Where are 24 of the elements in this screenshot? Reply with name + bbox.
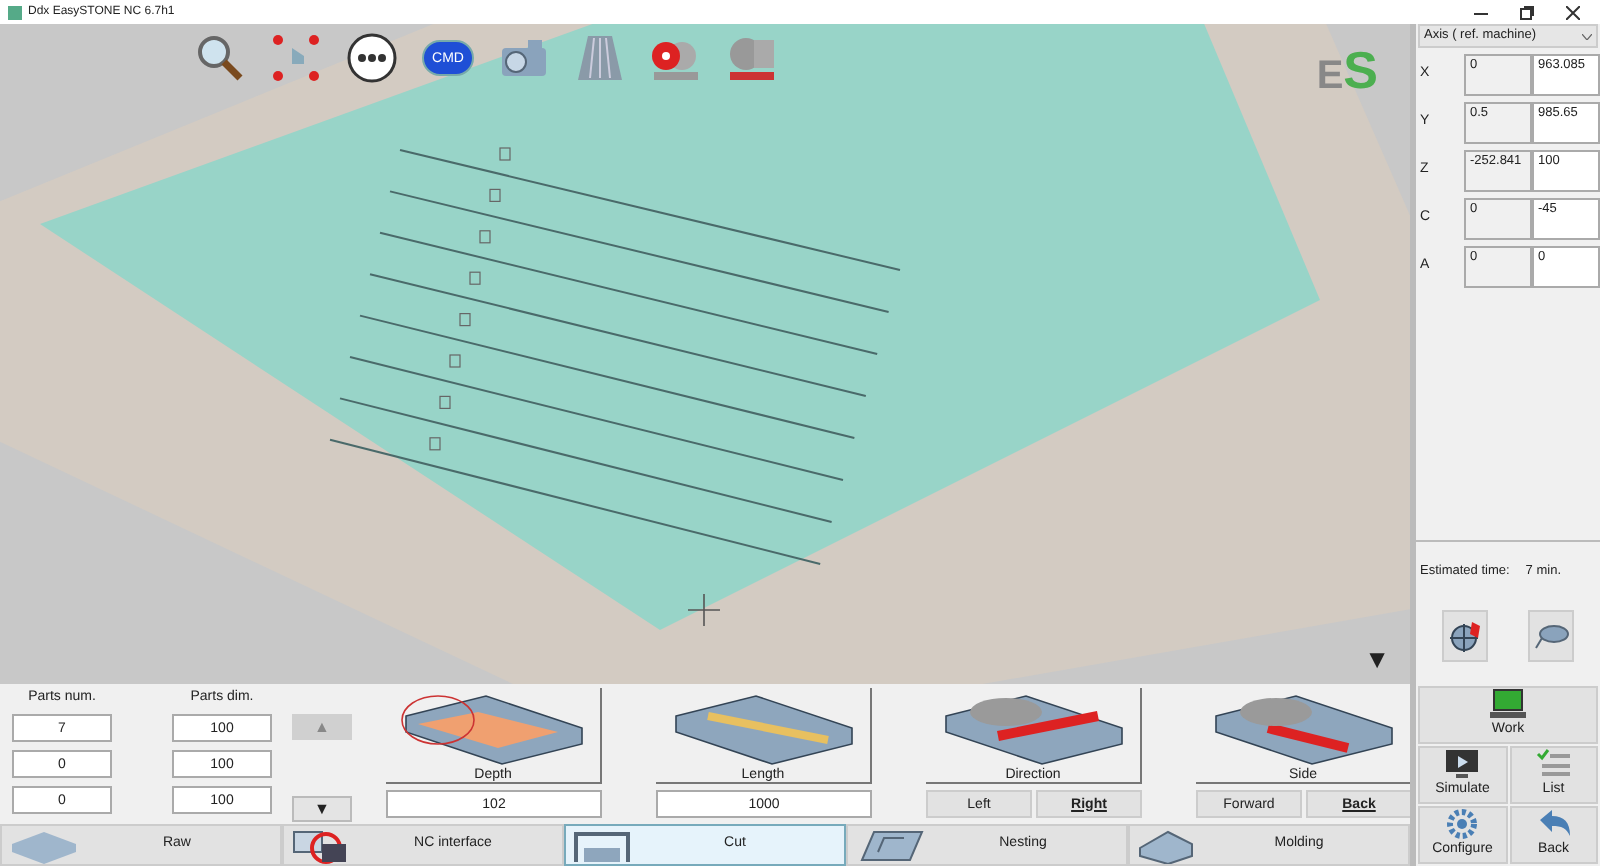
molded-block-icon [1136,827,1196,863]
slab-icon [8,827,80,863]
probe-button[interactable] [1528,609,1574,662]
motor-icon[interactable] [726,32,778,84]
crosshair-icon [1447,617,1483,654]
close-icon[interactable] [1566,5,1580,19]
logo-letter: S [1343,44,1378,96]
tool-path-button[interactable] [1442,609,1488,662]
interface-icon [290,827,350,863]
settings-icon [1446,808,1479,841]
restore-icon[interactable] [1520,5,1534,19]
scroll-down-button[interactable]: ▼ [1364,646,1390,672]
monitor-icon [1442,748,1483,781]
checklist-icon [1533,748,1574,781]
back-arrow-icon [1535,808,1572,841]
saw-bridge-icon [572,827,632,863]
more-icon[interactable] [346,32,398,84]
laptop-icon [1488,688,1528,721]
search-icon[interactable] [194,32,246,84]
down-button[interactable]: ▼ [292,796,352,822]
logo-letter: E [1316,56,1344,96]
chevron-down-icon [1582,33,1592,39]
app-icon [8,5,22,19]
disc-icon [1533,621,1569,650]
